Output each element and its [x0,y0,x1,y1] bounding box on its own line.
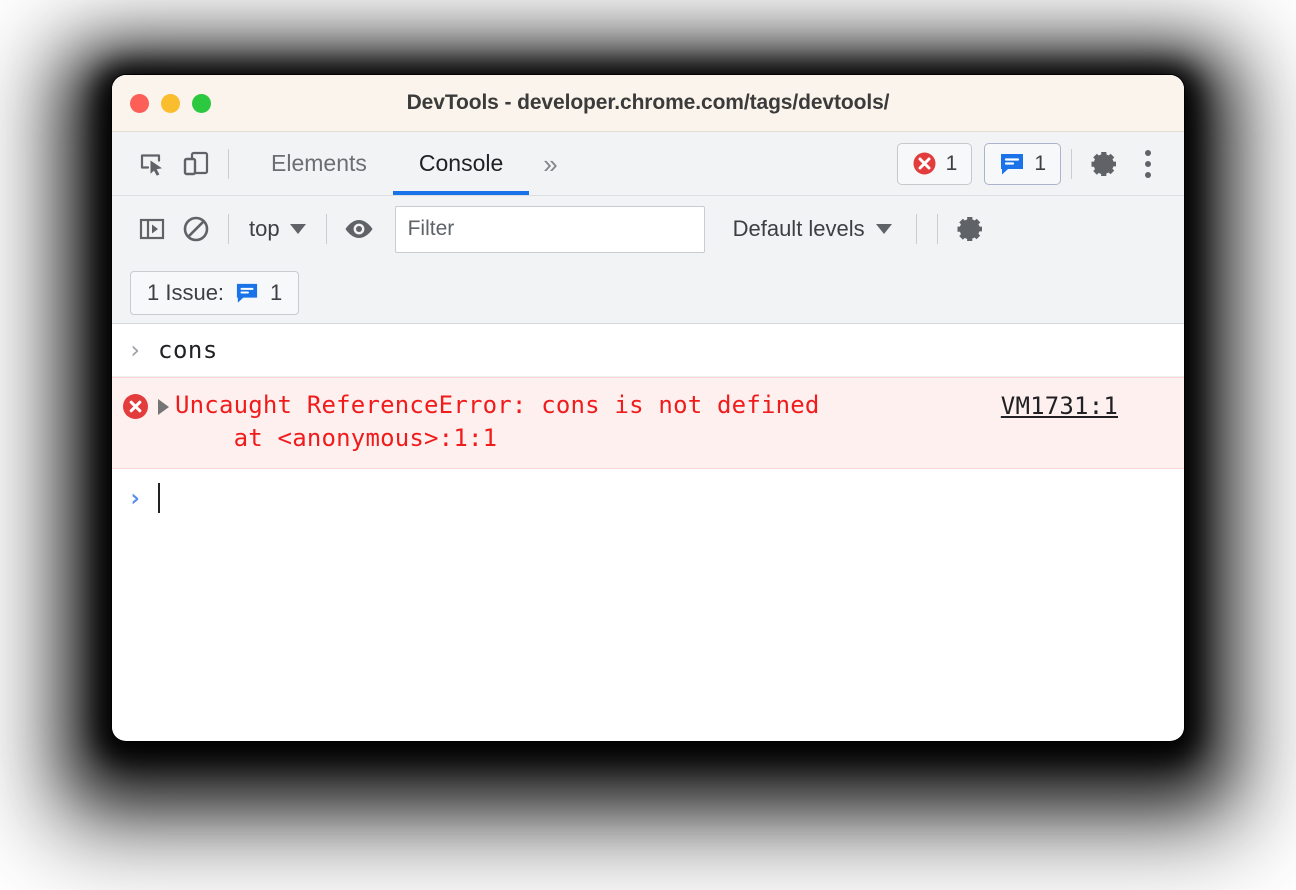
clear-console-icon [183,216,209,242]
error-message-line-1: Uncaught ReferenceError: cons is not def… [175,391,820,419]
panel-tabs: Elements Console » [245,132,572,195]
error-circle-icon [913,152,936,175]
console-toolbar-divider-3 [915,214,917,244]
input-echo-text: cons [158,336,218,364]
console-sidebar-icon [139,218,165,240]
expand-triangle-icon[interactable] [158,399,169,415]
devtools-window: DevTools - developer.chrome.com/tags/dev… [112,75,1184,741]
console-prompt-row[interactable]: › [112,469,1184,527]
tab-console[interactable]: Console [392,132,530,195]
live-expression-button[interactable] [337,207,381,251]
more-options-button[interactable] [1126,142,1170,186]
minimize-window-button[interactable] [161,93,180,113]
error-count: 1 [945,151,958,175]
console-toolbar-divider-2 [325,214,327,244]
inspect-element-icon [140,153,162,176]
issue-count-badge[interactable]: 1 [984,142,1061,185]
devtools-main-toolbar: Elements Console » 1 1 [112,132,1184,196]
device-toolbar-icon [183,151,209,175]
screenshot-stage: DevTools - developer.chrome.com/tags/dev… [0,0,1296,890]
console-toolbar: top Default levels [112,196,1184,262]
maximize-window-button[interactable] [192,93,211,113]
tab-elements[interactable]: Elements [245,132,393,195]
live-expression-eye-icon [345,220,373,238]
issue-message-icon [236,283,258,303]
console-settings-button[interactable] [948,207,992,251]
window-titlebar: DevTools - developer.chrome.com/tags/dev… [112,75,1184,132]
input-echo-chevron-icon: › [127,336,143,364]
log-levels-label: Default levels [732,216,865,241]
issue-message-icon [1001,153,1024,174]
error-circle-icon [122,394,148,419]
tab-console-label: Console [418,150,504,176]
gear-icon [1091,151,1116,176]
devtools-settings-button[interactable] [1082,142,1126,186]
toolbar-divider-right [1071,148,1072,179]
console-sidebar-toggle-button[interactable] [130,207,174,251]
toolbar-divider [228,148,229,179]
console-filter-input[interactable] [394,205,705,253]
console-message-list[interactable]: › cons Uncaught ReferenceError: cons is … [112,324,1184,738]
more-tabs-label: » [543,148,558,179]
issues-pill-button[interactable]: 1 Issue: 1 [130,270,300,315]
inspect-element-button[interactable] [130,142,174,186]
error-message-line-2: at <anonymous>:1:1 [175,424,498,452]
error-source-link[interactable]: VM1731:1 [1001,392,1118,420]
more-options-icon [1145,149,1151,178]
console-toolbar-divider-1 [228,214,229,244]
issues-count: 1 [270,279,283,305]
console-toolbar-divider-4 [936,214,938,244]
prompt-chevron-icon: › [127,484,143,512]
error-count-badge[interactable]: 1 [896,142,973,185]
error-text-block: Uncaught ReferenceError: cons is not def… [175,389,820,455]
error-icon-cell [112,389,158,419]
issue-count: 1 [1034,151,1046,175]
traffic-light-buttons [130,93,211,113]
execution-context-selector[interactable]: top [239,209,316,249]
window-title: DevTools - developer.chrome.com/tags/dev… [406,91,890,114]
close-window-button[interactable] [130,93,149,113]
issues-summary-bar: 1 Issue: 1 [112,262,1184,324]
issues-label: 1 Issue: [147,279,225,305]
log-levels-selector[interactable]: Default levels [719,209,906,249]
execution-context-label: top [249,216,280,241]
tab-elements-label: Elements [271,150,367,176]
text-caret [158,483,160,513]
chevron-down-icon [875,224,892,234]
console-input-echo-row: › cons [112,324,1184,377]
more-tabs-button[interactable]: » [529,151,571,177]
device-toolbar-button[interactable] [174,142,218,186]
console-error-row[interactable]: Uncaught ReferenceError: cons is not def… [112,377,1184,469]
chevron-down-icon [289,224,306,234]
clear-console-button[interactable] [174,207,218,251]
console-settings-gear-icon [957,217,982,241]
